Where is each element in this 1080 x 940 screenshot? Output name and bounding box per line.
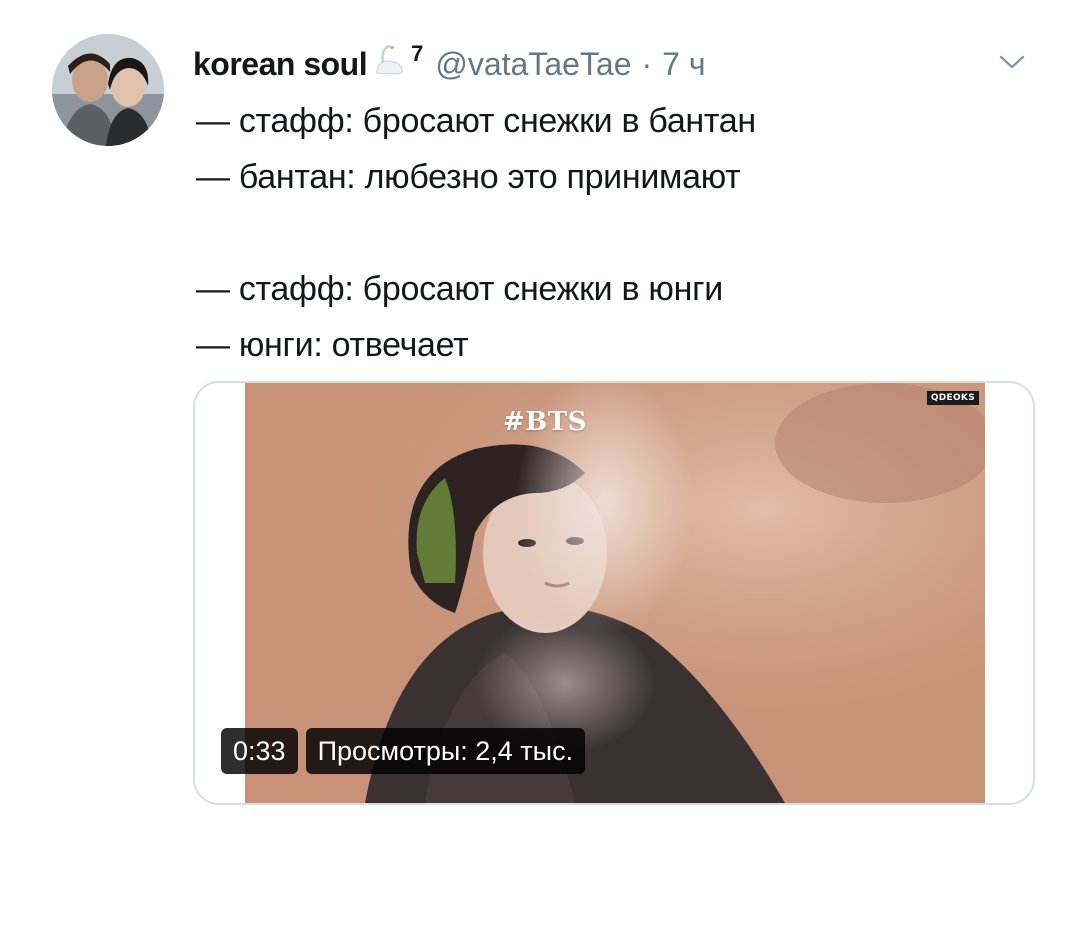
tweet-text-line: — бантан: любезно это принимают [196, 158, 741, 196]
tweet-text-line: — стафф: бросают снежки в бантан [196, 102, 756, 140]
watermark-logo: QDEOKS [926, 391, 979, 405]
video-overlay-badges: 0:33 Просмотры: 2,4 тыс. [221, 728, 586, 774]
author-name[interactable]: korean soul [193, 46, 368, 83]
avatar[interactable] [52, 34, 164, 146]
tweet-text-blank-line [196, 205, 1016, 261]
video-views: Просмотры: 2,4 тыс. [305, 728, 586, 774]
tweet-header: korean soul 7 @vataTaeTae · 7 ч [193, 41, 706, 86]
tweet-text-line: — стафф: бросают снежки в юнги [196, 270, 723, 308]
author-badge-number: 7 [411, 41, 424, 66]
video-duration: 0:33 [221, 728, 298, 774]
video-hashtag: #BTS [503, 407, 587, 437]
swan-icon [371, 43, 409, 77]
tweet-text-line: — юнги: отвечает [196, 326, 469, 364]
tweet-text: — стафф: бросают снежки в бантан — банта… [196, 93, 1016, 373]
media-card[interactable]: #BTS QDEOKS 0:33 Просмотры: 2,4 тыс. [193, 381, 1035, 805]
author-handle[interactable]: @vataTaeTae [435, 46, 631, 83]
tweet[interactable]: korean soul 7 @vataTaeTae · 7 ч — стафф:… [0, 0, 1080, 940]
separator-dot: · [641, 45, 653, 82]
tweet-time[interactable]: 7 ч [662, 46, 705, 83]
chevron-down-icon[interactable] [996, 50, 1028, 74]
